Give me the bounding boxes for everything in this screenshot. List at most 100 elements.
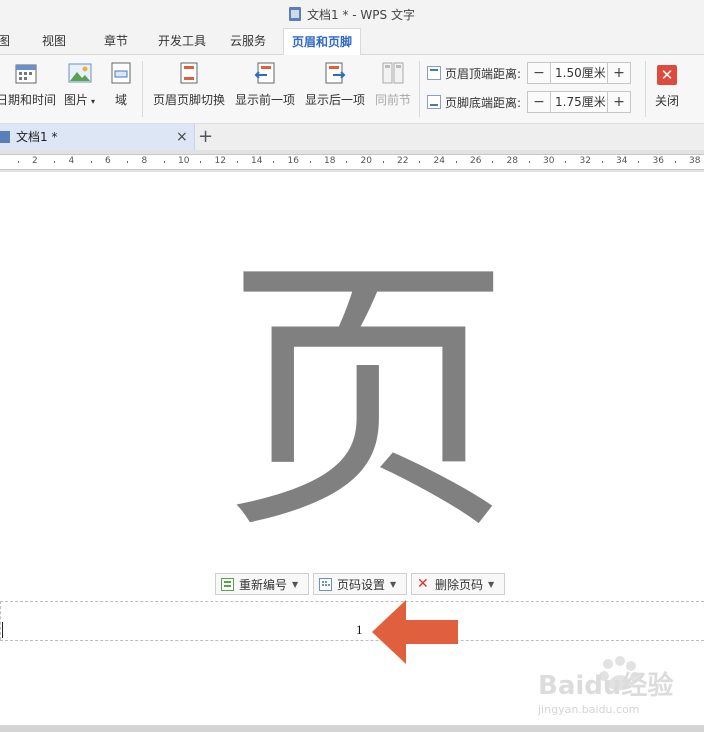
close-icon: ✕	[657, 65, 677, 85]
ruler-tick-label: 14	[251, 156, 263, 166]
header-top-distance-input[interactable]: 1.50厘米	[551, 63, 607, 83]
ribbon-separator	[645, 61, 646, 117]
same-as-previous-label: 同前节	[375, 93, 412, 107]
show-previous-label: 显示前一项	[235, 93, 296, 107]
ruler-tick-label: 28	[506, 156, 518, 166]
status-bar-edge	[0, 725, 704, 732]
field-label: 域	[114, 93, 127, 107]
picture-dropdown-icon[interactable]: ▾	[91, 97, 95, 106]
close-header-footer-button[interactable]: ✕ 关闭	[655, 65, 679, 109]
header-distance-increase-button[interactable]: +	[607, 63, 631, 83]
footer-distance-decrease-button[interactable]: −	[528, 92, 552, 112]
ruler-minor-tick	[309, 161, 311, 163]
renumber-dropdown-icon: ▼	[292, 579, 299, 589]
delete-icon: ✕	[417, 575, 429, 592]
ruler-minor-tick	[54, 161, 56, 163]
date-time-button[interactable]: 日期和时间	[0, 61, 56, 108]
header-footer-switch-icon	[177, 61, 201, 85]
renumber-icon	[221, 577, 234, 591]
field-button[interactable]: 域	[109, 61, 133, 108]
ribbon-separator	[419, 61, 420, 117]
watermark-url: jingyan.baidu.com	[538, 703, 640, 716]
ruler-minor-tick	[346, 161, 348, 163]
wps-document-icon	[289, 7, 302, 21]
close-label: 关闭	[655, 94, 680, 108]
footer-bottom-distance-row: 页脚底端距离: − 1.75厘米 +	[427, 91, 632, 113]
menu-item-view[interactable]: 视图	[42, 28, 66, 54]
ruler-minor-tick	[601, 161, 603, 163]
footer-bottom-boundary	[0, 640, 704, 641]
ruler-tick-label: 10	[178, 156, 190, 166]
document-tab[interactable]: 文档1 * ×	[0, 124, 195, 150]
watermark-brand: Baidu经验	[538, 670, 673, 701]
page-number-settings-label: 页码设置	[337, 577, 386, 592]
horizontal-ruler[interactable]: 2 4 6 8 10 12 14 16 18 20 22 24 26 28 30 32 34 36 38	[0, 154, 704, 170]
ruler-tick-label: 22	[397, 156, 409, 166]
page-number-settings-button[interactable]: 页码设置 ▼	[313, 573, 407, 595]
text-cursor	[2, 622, 3, 638]
pointer-arrow-annotation	[372, 600, 458, 664]
ruler-minor-tick	[565, 161, 567, 163]
page-number[interactable]: 1	[356, 622, 363, 638]
new-tab-icon[interactable]: +	[198, 124, 213, 150]
show-previous-button[interactable]: 显示前一项	[235, 61, 295, 108]
same-as-previous-icon	[381, 61, 405, 85]
show-next-label: 显示后一项	[305, 93, 366, 107]
header-top-distance-label: 页眉顶端距离:	[445, 66, 522, 81]
ruler-minor-tick	[492, 161, 494, 163]
header-distance-decrease-button[interactable]: −	[528, 63, 552, 83]
switch-header-footer-button[interactable]: 页眉页脚切换	[153, 61, 225, 108]
ruler-minor-tick	[382, 161, 384, 163]
ruler-minor-tick	[455, 161, 457, 163]
footer-bottom-distance-input[interactable]: 1.75厘米	[551, 92, 607, 112]
picture-label: 图片	[64, 93, 89, 107]
page-settings-icon	[319, 577, 332, 591]
ruler-minor-tick	[638, 161, 640, 163]
ruler-tick-label: 8	[141, 156, 148, 166]
show-previous-icon	[253, 61, 277, 85]
ruler-tick-label: 36	[652, 156, 664, 166]
ruler-tick-label: 6	[105, 156, 111, 166]
document-tab-icon	[0, 131, 10, 143]
field-icon	[109, 61, 133, 85]
ruler-tick-label: 18	[324, 156, 336, 166]
window-title: 文档1 * - WPS 文字	[307, 7, 415, 22]
picture-icon	[68, 61, 92, 85]
show-next-icon	[323, 61, 347, 85]
header-distance-icon	[427, 66, 441, 80]
menu-item-cloud-services[interactable]: 云服务	[230, 28, 266, 54]
menu-item-header-footer[interactable]: 页眉和页脚	[283, 28, 362, 55]
ruler-minor-tick	[419, 161, 421, 163]
ribbon-separator	[142, 61, 143, 117]
menu-bar: 图 视图 章节 开发工具 云服务 页眉和页脚	[0, 28, 704, 55]
ruler-minor-tick	[90, 161, 92, 163]
close-tab-icon[interactable]: ×	[176, 124, 188, 150]
ruler-minor-tick	[127, 161, 129, 163]
footer-distance-increase-button[interactable]: +	[607, 92, 631, 112]
picture-button[interactable]: 图片 ▾	[64, 61, 95, 108]
renumber-button[interactable]: 重新编号 ▼	[215, 573, 309, 595]
delete-page-number-button[interactable]: ✕ 删除页码 ▼	[411, 573, 505, 595]
menu-item-partial[interactable]: 图	[0, 28, 10, 54]
header-top-distance-row: 页眉顶端距离: − 1.50厘米 +	[427, 62, 632, 84]
ruler-tick-label: 32	[579, 156, 591, 166]
footer-top-boundary	[0, 601, 704, 602]
show-next-button[interactable]: 显示后一项	[305, 61, 365, 108]
ruler-tick-label: 38	[689, 156, 701, 166]
document-tab-label: 文档1 *	[16, 130, 58, 144]
menu-item-chapter[interactable]: 章节	[104, 28, 128, 54]
ruler-minor-tick	[17, 161, 19, 163]
document-tab-bar: 文档1 * × +	[0, 124, 704, 150]
delete-page-number-label: 删除页码	[435, 577, 484, 592]
calendar-icon	[14, 61, 38, 85]
same-as-previous-button[interactable]: 同前节	[375, 61, 411, 108]
ruler-tick-label: 34	[616, 156, 628, 166]
ribbon-toolbar: 日期和时间 图片 ▾ 域 页眉页脚切换 显示前一项 显示后一项 同前节 页眉顶端…	[0, 55, 704, 124]
ruler-tick-label: 20	[360, 156, 372, 166]
ruler-tick-label: 4	[68, 156, 75, 166]
menu-item-developer-tools[interactable]: 开发工具	[158, 28, 206, 54]
large-character: 页	[222, 231, 512, 568]
baidu-jingyan-watermark: Baidu经验 jingyan.baidu.com	[538, 656, 673, 716]
ruler-minor-tick	[163, 161, 165, 163]
renumber-label: 重新编号	[239, 577, 288, 592]
